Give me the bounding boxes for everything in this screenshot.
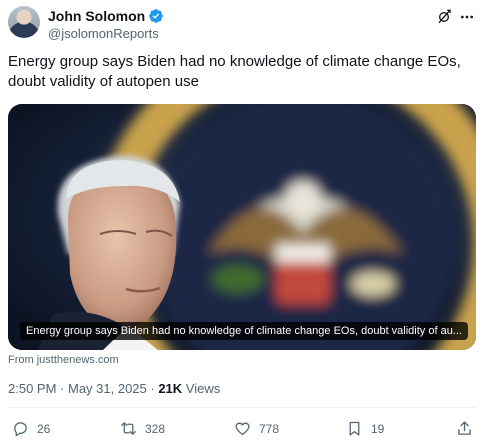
divider bbox=[8, 407, 476, 408]
like-button[interactable]: 778 bbox=[234, 420, 279, 437]
more-icon[interactable] bbox=[458, 9, 476, 25]
meta-separator-2: · bbox=[146, 381, 159, 396]
author-info: John Solomon @jsolomonReports bbox=[48, 7, 164, 41]
bookmark-icon bbox=[349, 421, 360, 436]
reply-count: 26 bbox=[37, 421, 51, 436]
verified-badge-icon bbox=[149, 9, 164, 23]
display-name[interactable]: John Solomon bbox=[48, 8, 145, 24]
tweet-time[interactable]: 2:50 PM bbox=[8, 381, 56, 396]
news-photo bbox=[8, 104, 476, 350]
repost-button[interactable]: 328 bbox=[120, 420, 165, 437]
repost-count: 328 bbox=[145, 421, 166, 436]
share-button[interactable] bbox=[456, 420, 473, 437]
link-source[interactable]: From justthenews.com bbox=[8, 354, 119, 366]
handle[interactable]: @jsolomonReports bbox=[48, 26, 164, 41]
tweet-meta: 2:50 PM · May 31, 2025 · 21K Views bbox=[8, 381, 220, 396]
grok-icon[interactable] bbox=[436, 9, 452, 25]
like-count: 778 bbox=[259, 421, 280, 436]
avatar[interactable] bbox=[8, 6, 40, 38]
tweet-text: Energy group says Biden had no knowledge… bbox=[8, 53, 461, 90]
reply-icon bbox=[14, 422, 27, 437]
bookmark-count: 19 bbox=[371, 421, 385, 436]
meta-separator: · bbox=[56, 381, 68, 396]
bookmark-button[interactable]: 19 bbox=[346, 420, 384, 437]
link-card-image[interactable]: Energy group says Biden had no knowledge… bbox=[8, 104, 476, 350]
share-icon bbox=[458, 421, 471, 435]
name-row: John Solomon bbox=[48, 7, 164, 25]
views-count: 21K bbox=[158, 381, 183, 396]
views-label: Views bbox=[182, 381, 221, 396]
media-caption: Energy group says Biden had no knowledge… bbox=[20, 322, 468, 340]
like-icon bbox=[235, 422, 250, 436]
repost-icon bbox=[121, 422, 136, 435]
tweet-date[interactable]: May 31, 2025 bbox=[68, 381, 147, 396]
reply-button[interactable]: 26 bbox=[12, 420, 50, 437]
tweet-header: John Solomon @jsolomonReports bbox=[8, 6, 476, 46]
action-bar: 26 328 778 19 bbox=[0, 420, 484, 442]
